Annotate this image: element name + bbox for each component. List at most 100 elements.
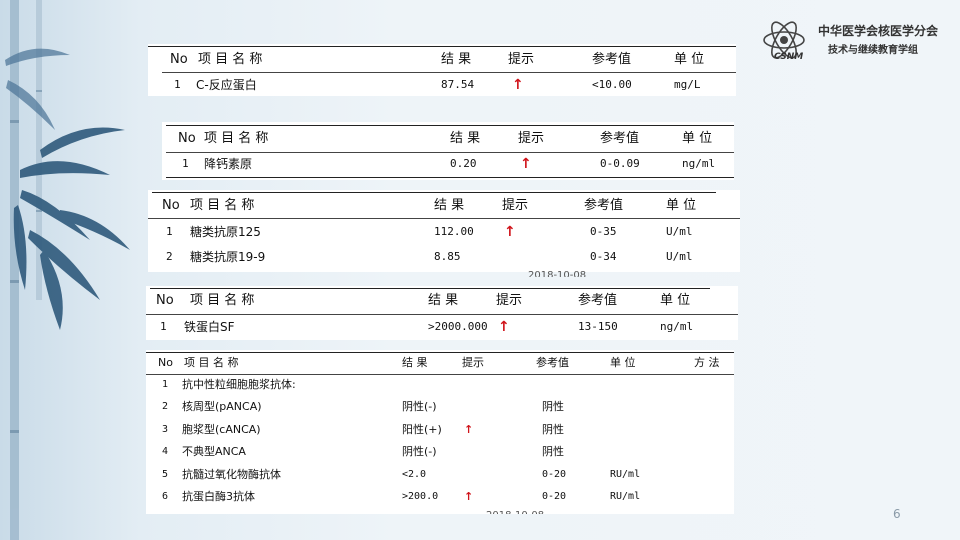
table-header-row: No 项 目 名 称 结 果 提示 参考值 单 位: [148, 195, 740, 217]
page-number: 6: [893, 507, 901, 521]
row-result: 87.54: [441, 78, 475, 91]
society-logo: CSNM 中华医学会核医学分会 技术与继续教育学组: [760, 18, 950, 68]
row-result: 阴性(-): [402, 400, 437, 413]
table-row: 1 降钙素原 0.20 ↑ 0-0.09 ng/ml: [162, 153, 734, 175]
row-reference: 阴性: [542, 400, 564, 413]
up-arrow-icon: ↑: [520, 156, 532, 172]
header-result: 结 果: [441, 52, 472, 67]
row-no: 2: [166, 250, 173, 263]
row-no: 1: [174, 78, 181, 91]
row-item-name: 核周型(pANCA): [182, 400, 262, 413]
row-item-name: 抗蛋白酶3抗体: [182, 490, 255, 503]
table-row: 3 胞浆型(cANCA) 阳性(+) ↑ 阴性: [146, 419, 734, 442]
header-hint: 提示: [496, 293, 523, 308]
row-result: 112.00: [434, 225, 474, 238]
table-row: 1 糖类抗原125 112.00 ↑ 0-35 U/ml: [148, 221, 740, 243]
header-result: 结 果: [402, 356, 428, 369]
tumor-marker-table: No 项 目 名 称 结 果 提示 参考值 单 位 1 糖类抗原125 112.…: [148, 190, 740, 277]
header-no: No: [162, 198, 180, 213]
row-no: 2: [162, 401, 169, 412]
row-result: >200.0: [402, 491, 439, 502]
anca-result-table: No 项 目 名 称 结 果 提示 参考值 单 位 方 法 1 抗中性粒细胞胞浆…: [146, 350, 734, 514]
table-header-row: No 项 目 名 称 结 果 提示 参考值 单 位: [148, 49, 736, 71]
row-no: 5: [162, 468, 169, 480]
row-item-name: 糖类抗原19-9: [190, 250, 266, 264]
header-unit: 单 位: [674, 52, 705, 67]
row-no: 6: [162, 491, 169, 502]
header-hint: 提示: [518, 131, 545, 146]
table-row: 1 C-反应蛋白 87.54 ↑ <10.00 mg/L: [148, 74, 736, 96]
table-header-row: No 项 目 名 称 结 果 提示 参考值 单 位: [162, 128, 734, 150]
row-unit: RU/ml: [610, 491, 641, 502]
pct-result-table: No 项 目 名 称 结 果 提示 参考值 单 位 1 降钙素原 0.20 ↑ …: [162, 122, 734, 180]
row-unit: RU/ml: [610, 468, 641, 480]
bamboo-decoration: [5, 0, 130, 540]
header-unit: 单 位: [660, 293, 691, 308]
header-result: 结 果: [450, 131, 481, 146]
row-reference: 阴性: [542, 422, 564, 436]
row-unit: mg/L: [674, 78, 701, 91]
up-arrow-icon: ↑: [504, 224, 516, 240]
row-no: 1: [166, 225, 173, 238]
header-method: 方 法: [694, 356, 720, 369]
row-unit: ng/ml: [682, 157, 716, 170]
header-ref: 参考值: [592, 52, 632, 67]
table-header-row: No 项 目 名 称 结 果 提示 参考值 单 位 方 法: [146, 352, 734, 375]
row-reference: 13-150: [578, 320, 618, 333]
row-reference: 0-20: [542, 491, 567, 502]
header-ref: 参考值: [578, 293, 618, 308]
row-item-name: 胞浆型(cANCA): [182, 422, 261, 436]
header-unit: 单 位: [666, 198, 697, 213]
header-unit: 单 位: [682, 131, 713, 146]
header-name: 项 目 名 称: [204, 131, 269, 146]
row-item-name: C-反应蛋白: [196, 78, 257, 92]
up-arrow-icon: ↑: [464, 490, 474, 503]
up-arrow-icon: ↑: [464, 422, 474, 436]
row-result: 阴性(-): [402, 445, 437, 458]
header-name: 项 目 名 称: [198, 52, 263, 67]
header-name: 项 目 名 称: [184, 356, 239, 369]
header-ref: 参考值: [584, 198, 624, 213]
table-row: 2 糖类抗原19-9 8.85 0-34 U/ml: [148, 246, 740, 268]
crp-result-table: No 项 目 名 称 结 果 提示 参考值 单 位 1 C-反应蛋白 87.54…: [148, 44, 736, 96]
clipped-date-text: 2018-10-08: [528, 270, 587, 277]
row-item-name: 糖类抗原125: [190, 225, 261, 239]
row-reference: <10.00: [592, 78, 632, 91]
ferritin-result-table: No 项 目 名 称 结 果 提示 参考值 单 位 1 铁蛋白SF >2000.…: [146, 286, 738, 340]
header-result: 结 果: [428, 293, 459, 308]
table-row: 4 不典型ANCA 阴性(-) 阴性: [146, 441, 734, 464]
table-row: 6 抗蛋白酶3抗体 >200.0 ↑ 0-20 RU/ml: [146, 486, 734, 509]
logo-title: 中华医学会核医学分会: [818, 24, 939, 38]
row-item-name: 抗中性粒细胞胞浆抗体:: [182, 378, 296, 391]
table-row: 2 核周型(pANCA) 阴性(-) 阴性: [146, 396, 734, 419]
row-item-name: 铁蛋白SF: [184, 320, 235, 334]
row-result: >2000.000: [428, 320, 488, 333]
row-reference: 0-35: [590, 225, 617, 238]
row-item-name: 降钙素原: [204, 157, 253, 171]
header-result: 结 果: [434, 198, 465, 213]
row-reference: 0-20: [542, 468, 567, 480]
row-no: 3: [162, 423, 169, 435]
row-result: 阳性(+): [402, 422, 442, 436]
row-unit: ng/ml: [660, 320, 694, 333]
row-reference: 0-0.09: [600, 157, 640, 170]
table-row: 1 铁蛋白SF >2000.000 ↑ 13-150 ng/ml: [146, 316, 738, 338]
up-arrow-icon: ↑: [512, 77, 524, 93]
table-row: 1 抗中性粒细胞胞浆抗体:: [146, 374, 734, 397]
header-name: 项 目 名 称: [190, 198, 255, 213]
header-unit: 单 位: [610, 356, 636, 369]
header-name: 项 目 名 称: [190, 293, 255, 308]
header-hint: 提示: [508, 52, 535, 67]
header-hint: 提示: [462, 356, 484, 369]
header-no: No: [178, 131, 196, 146]
row-no: 1: [182, 157, 189, 170]
header-no: No: [158, 356, 173, 369]
table-header-row: No 项 目 名 称 结 果 提示 参考值 单 位: [146, 290, 738, 312]
table-row: 5 抗髓过氧化物酶抗体 <2.0 0-20 RU/ml: [146, 464, 734, 487]
header-ref: 参考值: [600, 131, 640, 146]
row-no: 1: [160, 320, 167, 333]
row-unit: U/ml: [666, 250, 693, 263]
row-no: 4: [162, 446, 169, 457]
up-arrow-icon: ↑: [498, 319, 510, 335]
row-result: 0.20: [450, 157, 477, 170]
